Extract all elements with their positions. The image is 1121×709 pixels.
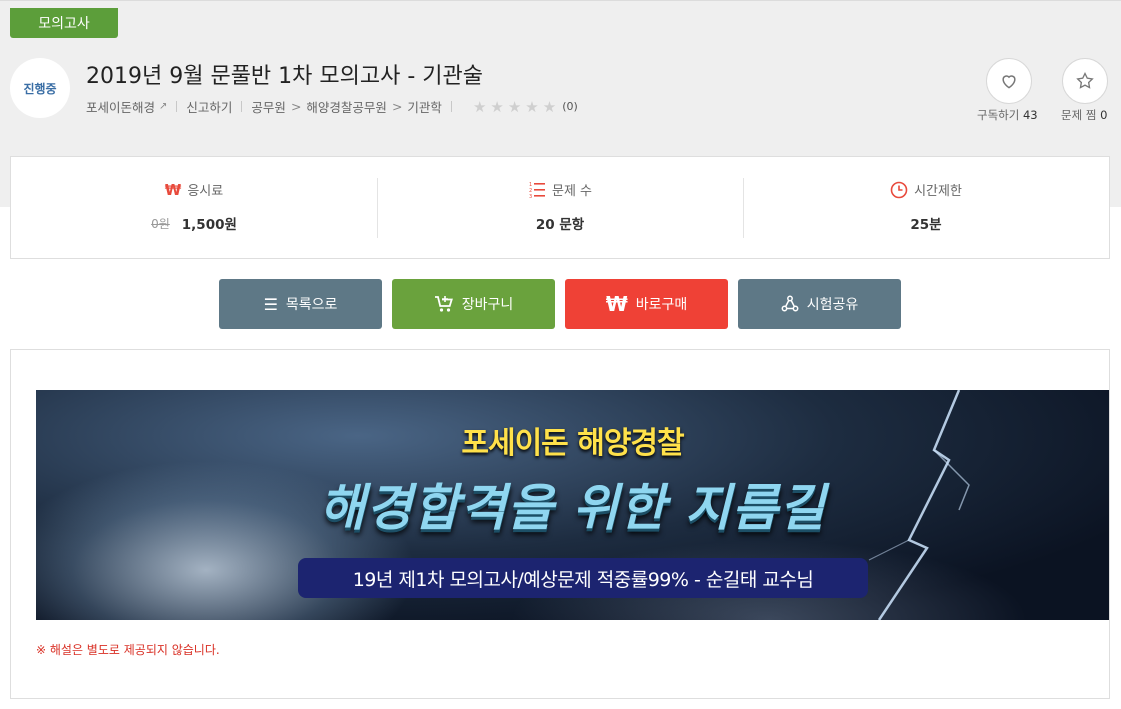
fee-original: 0원 <box>151 216 170 231</box>
star-icon: ★ <box>507 97 522 116</box>
chevron-right-icon: > <box>290 99 302 114</box>
rating-stars: ★ ★ ★ ★ ★ <box>473 98 560 116</box>
svg-text:3: 3 <box>529 194 532 199</box>
subscribe-button[interactable] <box>986 58 1032 104</box>
count-header: 1 2 3 문제 수 <box>528 180 592 200</box>
fee-value: 0원 1,500원 <box>151 213 237 234</box>
banner-subtitle: 포세이돈 해양경찰 <box>461 426 684 461</box>
fee-label: 응시료 <box>187 184 224 199</box>
external-link-icon[interactable]: ↗ <box>159 101 167 112</box>
breadcrumb-item[interactable]: 기관학 <box>407 97 442 116</box>
time-header: 시간제한 <box>890 180 962 199</box>
page-title: 2019년 9월 문풀반 1차 모의고사 - 기관술 <box>86 64 484 89</box>
meta-row: 포세이돈해경 ↗ 신고하기 공무원 > 해양경찰공무원 > 기관학 ★ ★ ★ … <box>86 97 578 116</box>
banner-headline: 해경합격을 위한 지름길 <box>319 479 826 537</box>
rating-count: (0) <box>562 100 578 113</box>
provider-link[interactable]: 포세이돈해경 <box>86 97 155 116</box>
subscribe-text: 구독하기 <box>977 108 1020 122</box>
buy-button-label: 바로구매 <box>635 297 688 313</box>
subscribe-label: 구독하기 43 <box>977 107 1038 123</box>
fee-column: ₩ 응시료 0원 1,500원 <box>11 157 377 258</box>
exam-description-panel: 포세이돈 해양경찰 해경합격을 위한 지름길 19년 제1차 모의고사/예상문제… <box>10 349 1110 699</box>
share-button[interactable]: 시험공유 <box>738 279 901 329</box>
notice-text: ※ 해설은 별도로 제공되지 않습니다. <box>36 643 220 657</box>
cart-button-label: 장바구니 <box>461 297 514 313</box>
divider <box>450 101 452 112</box>
won-icon: ₩ <box>164 180 182 199</box>
category-tag[interactable]: 모의고사 <box>10 8 118 38</box>
report-link[interactable]: 신고하기 <box>186 97 232 116</box>
list-button[interactable]: ☰ 목록으로 <box>219 279 382 329</box>
count-value: 20 문항 <box>535 217 585 233</box>
star-icon: ★ <box>525 97 539 116</box>
share-icon <box>781 295 799 312</box>
heart-icon <box>1002 75 1016 89</box>
numbered-list-icon: 1 2 3 <box>529 182 545 199</box>
wishlist-text: 문제 찜 <box>1061 108 1097 122</box>
won-icon: ₩ <box>605 292 628 316</box>
action-buttons: ☰ 목록으로 장바구니 ₩ 바로구매 시험공유 <box>219 279 901 329</box>
time-value: 25분 <box>910 217 942 233</box>
promo-banner: 포세이돈 해양경찰 해경합격을 위한 지름길 19년 제1차 모의고사/예상문제… <box>36 390 1109 620</box>
menu-icon: ☰ <box>263 294 278 314</box>
divider <box>241 101 243 112</box>
star-icon: ★ <box>490 97 504 116</box>
time-column: 시간제한 25분 <box>743 157 1109 258</box>
status-badge: 진행중 <box>10 58 70 118</box>
cart-button[interactable]: 장바구니 <box>392 279 555 329</box>
wishlist-button[interactable] <box>1062 58 1108 104</box>
star-icon: ★ <box>472 97 487 116</box>
wishlist-label: 문제 찜 0 <box>1061 107 1107 123</box>
star-icon: ★ <box>542 97 557 116</box>
wishlist-count: 0 <box>1100 108 1108 122</box>
star-outline-icon <box>1076 71 1094 89</box>
clock-icon <box>890 181 908 198</box>
count-label: 문제 수 <box>551 184 592 199</box>
share-button-label: 시험공유 <box>806 297 859 313</box>
exam-info-panel: ₩ 응시료 0원 1,500원 1 2 3 문제 수 20 문항 시간제한 25… <box>10 156 1110 259</box>
banner-caption: 19년 제1차 모의고사/예상문제 적중률99% - 순길태 교수님 <box>298 558 868 598</box>
breadcrumb-item[interactable]: 공무원 <box>251 97 286 116</box>
list-button-label: 목록으로 <box>285 297 338 313</box>
fee-price: 1,500원 <box>181 217 237 233</box>
cart-icon <box>434 296 453 312</box>
fee-header: ₩ 응시료 <box>164 180 224 200</box>
count-column: 1 2 3 문제 수 20 문항 <box>377 157 743 258</box>
divider <box>176 101 178 112</box>
chevron-right-icon: > <box>391 99 403 114</box>
buy-now-button[interactable]: ₩ 바로구매 <box>565 279 728 329</box>
breadcrumb-item[interactable]: 해양경찰공무원 <box>306 97 387 116</box>
time-label: 시간제한 <box>914 184 962 199</box>
subscribe-count: 43 <box>1022 108 1038 122</box>
